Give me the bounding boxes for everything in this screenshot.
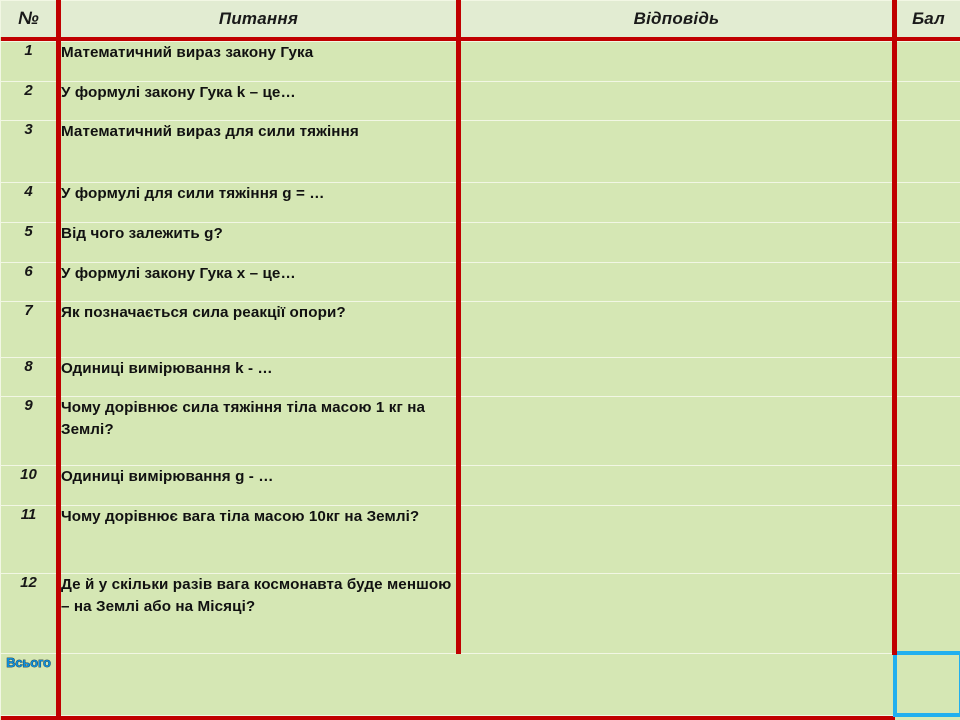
row-number-cell: 7 [0, 301, 61, 358]
question-cell: Де й у скільки разів вага космонавта буд… [58, 572, 461, 654]
score-cell[interactable] [894, 464, 960, 506]
totals-blank-cell[interactable] [58, 652, 895, 716]
table-row: 4У формулі для сили тяжіння g = … [0, 182, 960, 223]
row-number-cell: 4 [0, 182, 61, 223]
table-row: 10 Одиниці вимірювання g - … [0, 464, 960, 506]
score-cell[interactable] [894, 222, 960, 263]
table-row: 7 Як позначається сила реакції опори? [0, 301, 960, 358]
table-row: 1 Математичний вираз закону Гука [0, 41, 960, 82]
bottom-rule-gap [894, 715, 960, 720]
table-row: 12 Де й у скільки разів вага космонавта б… [0, 572, 960, 654]
row-number-cell: 9 [0, 396, 61, 466]
answer-cell[interactable] [458, 41, 897, 82]
row-number-cell: 6 [0, 261, 61, 303]
score-cell[interactable] [894, 572, 960, 654]
question-cell: Чому дорівнює вага тіла масою 10кг на Зе… [58, 504, 461, 574]
score-cell[interactable] [894, 261, 960, 303]
question-cell: Від чого залежить g? [58, 222, 461, 263]
row-number-cell: 11 [0, 504, 61, 574]
answer-cell[interactable] [458, 464, 897, 506]
row-number-cell: 3 [0, 120, 61, 184]
answer-cell[interactable] [458, 396, 897, 466]
bottom-rule-segment [58, 715, 459, 720]
question-cell: Математичний вираз для сили тяжіння [58, 120, 461, 184]
row-number-cell: 10 [0, 464, 61, 506]
answer-cell[interactable] [458, 572, 897, 654]
table-header-row: № Питання Відповідь Бал [0, 0, 960, 37]
column-header-score: Бал [894, 0, 960, 37]
score-cell[interactable] [894, 182, 960, 223]
score-cell[interactable] [894, 41, 960, 82]
question-cell: Як позначається сила реакції опори? [58, 301, 461, 358]
bottom-rule-segment [0, 715, 59, 720]
question-cell: Одиниці вимірювання g - … [58, 464, 461, 506]
table-row: 9 Чому дорівнює сила тяжіння тіла масою 1… [0, 396, 960, 466]
worksheet-sheet: № Питання Відповідь Бал 1 Математичний ви… [0, 0, 960, 720]
question-cell: Чому дорівнює сила тяжіння тіла масою 1 … [58, 396, 461, 466]
column-header-answer: Відповідь [458, 0, 897, 37]
table-row: 5 Від чого залежить g? [0, 222, 960, 263]
totals-label: Всього [6, 654, 51, 670]
row-number-cell: 1 [0, 41, 61, 82]
score-cell[interactable] [894, 396, 960, 466]
question-cell: У формулі для сили тяжіння g = … [58, 182, 461, 223]
table-row: 3 Математичний вираз для сили тяжіння [0, 120, 960, 184]
answer-cell[interactable] [458, 301, 897, 358]
quiz-table: № Питання Відповідь Бал 1 Математичний ви… [0, 0, 960, 720]
answer-cell[interactable] [458, 356, 897, 398]
score-cell[interactable] [894, 120, 960, 184]
totals-score-cell[interactable] [892, 651, 960, 717]
row-number-cell: 8 [0, 356, 61, 398]
column-header-question: Питання [58, 0, 461, 37]
question-cell: У формулі закону Гука k – це… [58, 80, 461, 122]
score-cell[interactable] [894, 301, 960, 358]
score-cell[interactable] [894, 504, 960, 574]
table-row: 11 Чому дорівнює вага тіла масою 10кг на … [0, 504, 960, 574]
totals-row: Всього [0, 651, 960, 717]
question-cell: Одиниці вимірювання k - … [58, 356, 461, 398]
table-row: 6У формулі закону Гука x – це… [0, 261, 960, 303]
column-header-number: № [0, 0, 61, 37]
question-cell: Математичний вираз закону Гука [58, 41, 461, 82]
answer-cell[interactable] [458, 182, 897, 223]
totals-label-cell: Всього [0, 652, 61, 716]
answer-cell[interactable] [458, 504, 897, 574]
score-cell[interactable] [894, 80, 960, 122]
row-number-cell: 2 [0, 80, 61, 122]
table-body: 1 Математичний вираз закону Гука 2 У формул… [0, 41, 960, 654]
row-number-cell: 12 [0, 572, 61, 654]
answer-cell[interactable] [458, 120, 897, 184]
bottom-rule-segment [458, 715, 895, 720]
answer-cell[interactable] [458, 261, 897, 303]
question-cell: У формулі закону Гука x – це… [58, 261, 461, 303]
answer-cell[interactable] [458, 222, 897, 263]
table-row: 2У формулі закону Гука k – це… [0, 80, 960, 122]
score-cell[interactable] [894, 356, 960, 398]
table-row: 8 Одиниці вимірювання k - … [0, 356, 960, 398]
bottom-red-rule [0, 715, 960, 720]
answer-cell[interactable] [458, 80, 897, 122]
row-number-cell: 5 [0, 222, 61, 263]
